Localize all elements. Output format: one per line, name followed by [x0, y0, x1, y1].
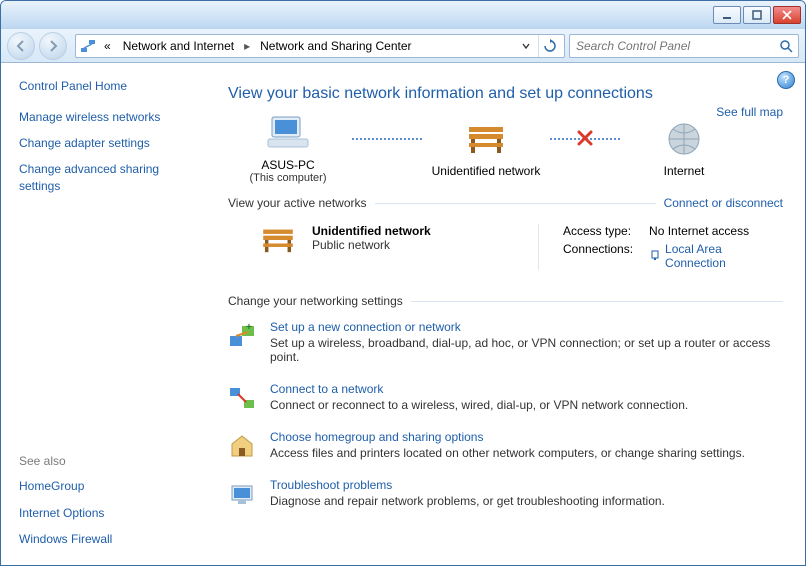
x-icon: [577, 130, 593, 149]
node-computer-label: ASUS-PC: [261, 158, 314, 172]
setting-troubleshoot-link[interactable]: Troubleshoot problems: [270, 478, 392, 492]
sidebar: Control Panel Home Manage wireless netwo…: [1, 63, 206, 565]
active-networks-header-text: View your active networks: [228, 196, 367, 210]
see-also-section: See also HomeGroup Internet Options Wind…: [19, 454, 198, 557]
titlebar: [1, 1, 805, 29]
sidebar-link-adapter-settings[interactable]: Change adapter settings: [19, 135, 198, 151]
ethernet-icon: [649, 249, 661, 264]
see-also-homegroup[interactable]: HomeGroup: [19, 478, 198, 494]
active-network-type: Public network: [312, 238, 431, 252]
see-also-header: See also: [19, 454, 198, 468]
sidebar-link-manage-wireless[interactable]: Manage wireless networks: [19, 109, 198, 125]
node-network[interactable]: Unidentified network: [426, 121, 546, 178]
globe-icon: [666, 121, 702, 160]
connection-line: [352, 138, 422, 140]
breadcrumb-current[interactable]: Network and Sharing Center: [256, 39, 415, 53]
connect-network-icon: [228, 384, 256, 412]
help-button[interactable]: ?: [777, 71, 795, 89]
navbar: « Network and Internet ▸ Network and Sha…: [1, 29, 805, 63]
minimize-button[interactable]: [713, 6, 741, 24]
sidebar-link-advanced-sharing[interactable]: Change advanced sharing settings: [19, 161, 198, 193]
content: ? View your basic network information an…: [206, 63, 805, 565]
maximize-button[interactable]: [743, 6, 771, 24]
connections-label: Connections:: [563, 242, 633, 270]
breadcrumb-ellipsis[interactable]: «: [100, 39, 115, 53]
window: « Network and Internet ▸ Network and Sha…: [0, 0, 806, 566]
setting-connect-network-link[interactable]: Connect to a network: [270, 382, 383, 396]
active-networks-header: View your active networks Connect or dis…: [228, 196, 783, 210]
bench-icon: [258, 224, 298, 259]
access-type-label: Access type:: [563, 224, 633, 238]
setting-setup-connection-link[interactable]: Set up a new connection or network: [270, 320, 461, 334]
search-input[interactable]: [574, 38, 778, 54]
search-box[interactable]: [569, 34, 799, 58]
svg-text:+: +: [246, 322, 252, 333]
setting-connect-network-desc: Connect or reconnect to a wireless, wire…: [270, 398, 688, 412]
change-settings-header-text: Change your networking settings: [228, 294, 403, 308]
see-also-windows-firewall[interactable]: Windows Firewall: [19, 531, 198, 547]
node-internet-label: Internet: [664, 164, 705, 178]
connection-link[interactable]: Local Area Connection: [649, 242, 783, 270]
setting-setup-connection: + Set up a new connection or network Set…: [228, 320, 783, 364]
connect-disconnect-link[interactable]: Connect or disconnect: [664, 196, 783, 210]
active-network-name: Unidentified network: [312, 224, 431, 238]
settings-list: + Set up a new connection or network Set…: [228, 316, 783, 508]
back-button[interactable]: [7, 32, 35, 60]
node-internet[interactable]: Internet: [624, 121, 744, 178]
network-map: ASUS-PC (This computer) Uniden: [228, 115, 783, 184]
setting-homegroup-link[interactable]: Choose homegroup and sharing options: [270, 430, 483, 444]
breadcrumb-parent[interactable]: Network and Internet: [119, 39, 238, 53]
node-network-label: Unidentified network: [432, 164, 541, 178]
forward-button[interactable]: [39, 32, 67, 60]
node-this-computer[interactable]: ASUS-PC (This computer): [228, 115, 348, 184]
setting-connect-network: Connect to a network Connect or reconnec…: [228, 382, 783, 412]
change-settings-header: Change your networking settings: [228, 294, 783, 308]
setting-homegroup-desc: Access files and printers located on oth…: [270, 446, 745, 460]
body: Control Panel Home Manage wireless netwo…: [1, 63, 805, 565]
bench-icon: [463, 121, 509, 160]
setting-troubleshoot-desc: Diagnose and repair network problems, or…: [270, 494, 665, 508]
refresh-button[interactable]: [538, 35, 560, 57]
active-network-block: Unidentified network Public network Acce…: [228, 218, 783, 282]
address-bar[interactable]: « Network and Internet ▸ Network and Sha…: [75, 34, 565, 58]
setting-homegroup: Choose homegroup and sharing options Acc…: [228, 430, 783, 460]
access-type-value: No Internet access: [649, 224, 783, 238]
setup-connection-icon: +: [228, 322, 256, 350]
troubleshoot-icon: [228, 480, 256, 508]
computer-icon: [266, 115, 310, 154]
control-panel-home-link[interactable]: Control Panel Home: [19, 79, 198, 93]
close-button[interactable]: [773, 6, 801, 24]
node-computer-sublabel: (This computer): [249, 172, 326, 184]
address-dropdown[interactable]: [518, 35, 534, 57]
setting-troubleshoot: Troubleshoot problems Diagnose and repai…: [228, 478, 783, 508]
connection-line-broken: [550, 138, 620, 140]
page-title: View your basic network information and …: [228, 85, 783, 103]
network-sharing-icon: [80, 38, 96, 54]
connection-link-text: Local Area Connection: [665, 242, 783, 270]
search-icon[interactable]: [778, 38, 794, 54]
setting-setup-connection-desc: Set up a wireless, broadband, dial-up, a…: [270, 336, 783, 364]
chevron-right-icon[interactable]: ▸: [242, 39, 252, 53]
homegroup-icon: [228, 432, 256, 460]
see-also-internet-options[interactable]: Internet Options: [19, 505, 198, 521]
